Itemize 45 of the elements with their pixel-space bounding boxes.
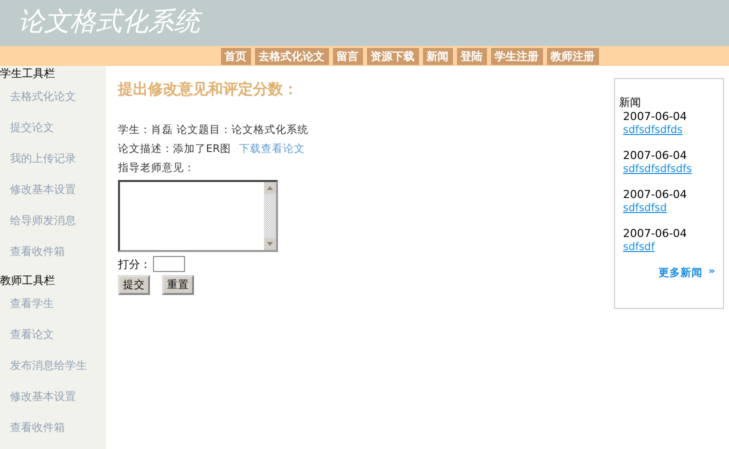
comment-textarea[interactable] <box>118 180 278 252</box>
score-label: 打分： <box>118 256 151 272</box>
toolbar-heading: 学生工具栏 <box>0 66 56 81</box>
more-arrow-icon: » <box>708 266 715 280</box>
nav-link[interactable]: 新闻 <box>422 48 452 64</box>
news-date: 2007-06-04 <box>623 188 688 201</box>
form-button[interactable]: 提交 <box>118 275 150 295</box>
download-link[interactable]: 下载查看论文 <box>238 143 305 155</box>
sidebar-link[interactable]: 给导师发消息 <box>0 205 106 236</box>
sidebar-link[interactable]: 查看论文 <box>0 319 106 350</box>
sidebar-link[interactable]: 查看收件箱 <box>0 412 106 443</box>
sidebar-link[interactable]: 修改基本设置 <box>0 381 106 412</box>
scroll-down-icon[interactable] <box>264 238 276 250</box>
student-info: 学生：肖磊 论文题目：论文格式化系统 <box>118 123 310 137</box>
sidebar-link[interactable]: 我的上传记录 <box>0 143 106 174</box>
news-date: 2007-06-04 <box>623 227 688 240</box>
nav-link[interactable]: 登陆 <box>456 48 486 64</box>
nav-link[interactable]: 留言 <box>332 48 362 64</box>
description-text: 论文描述：添加了ER图 <box>118 143 231 155</box>
site-title: 论文格式化系统 <box>18 7 200 37</box>
nav-link[interactable]: 教师注册 <box>546 48 598 64</box>
nav-link[interactable]: 首页 <box>220 48 250 64</box>
form-button[interactable]: 重置 <box>162 275 194 295</box>
nav-link[interactable]: 学生注册 <box>490 48 542 64</box>
sidebar-link[interactable]: 查看收件箱 <box>0 236 106 267</box>
news-link[interactable]: sdfsdf <box>623 241 655 253</box>
news-date: 2007-06-04 <box>623 149 688 162</box>
sidebar-link[interactable]: 查看学生 <box>0 288 106 319</box>
news-heading: 新闻 <box>619 95 642 110</box>
page-heading: 提出修改意见和评定分数： <box>118 80 299 99</box>
news-date: 2007-06-04 <box>623 110 688 123</box>
scroll-up-icon[interactable] <box>264 182 276 194</box>
sidebar-link[interactable]: 去格式化论文 <box>0 81 106 112</box>
news-link[interactable]: sdfsdfsdfds <box>623 124 683 136</box>
news-link[interactable]: sdfsdfsdfsdfs <box>623 163 692 175</box>
sidebar-link[interactable]: 提交论文 <box>0 112 106 143</box>
score-field[interactable] <box>153 256 185 272</box>
more-news-link[interactable]: 更多新闻 <box>658 266 703 280</box>
sidebar-link[interactable]: 发布消息给学生 <box>0 350 106 381</box>
comment-label: 指导老师意见： <box>118 161 196 175</box>
nav-link[interactable]: 资源下载 <box>366 48 418 64</box>
nav-link[interactable]: 去格式化论文 <box>254 48 328 64</box>
news-link[interactable]: sdfsdfsd <box>623 202 667 214</box>
sidebar-link[interactable]: 修改基本设置 <box>0 174 106 205</box>
toolbar-heading: 教师工具栏 <box>0 273 56 288</box>
